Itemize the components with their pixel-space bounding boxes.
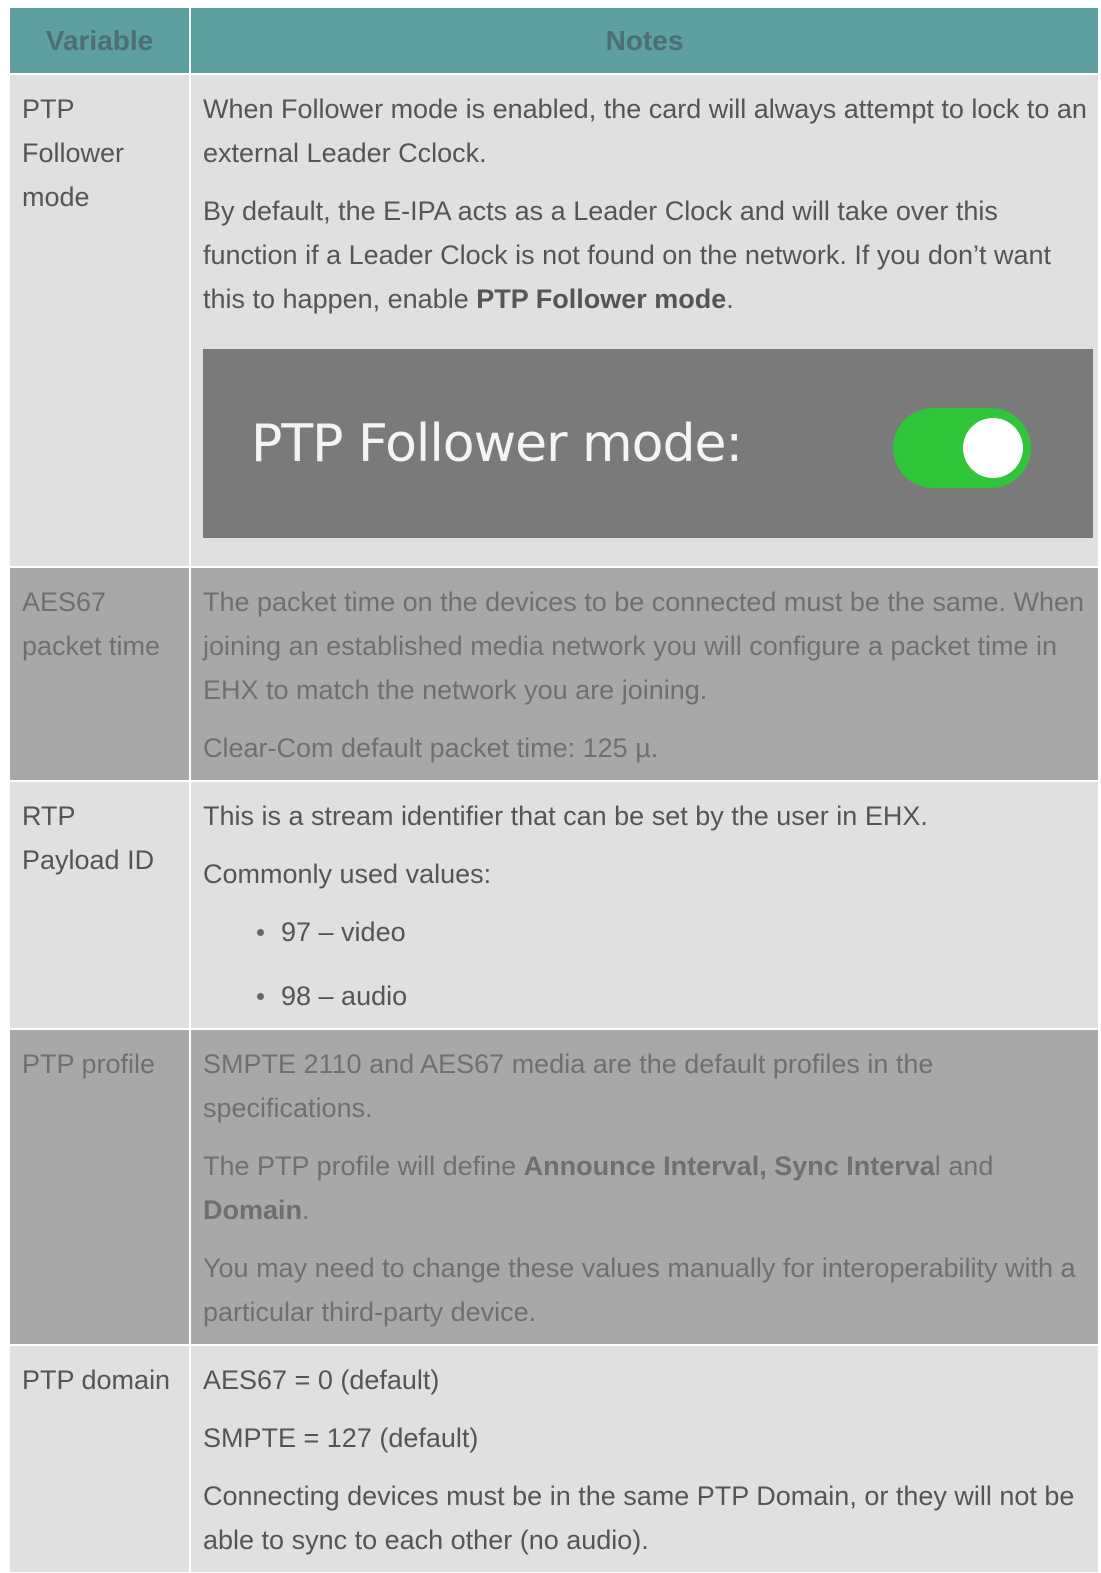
note-bold-text: Announce Interval, Sync Interva (523, 1151, 935, 1181)
note-text: l and (934, 1151, 994, 1181)
variable-name: PTP domain (10, 1344, 191, 1572)
note-text: . (726, 284, 734, 314)
values-list: 97 – video 98 – audio (203, 910, 1098, 1018)
note-bold-text: Domain (203, 1195, 303, 1225)
notes-cell: This is a stream identifier that can be … (190, 780, 1098, 1029)
note-paragraph: This is a stream identifier that can be … (203, 801, 928, 831)
notes-cell: When Follower mode is enabled, the card … (190, 73, 1098, 567)
note-paragraph: Clear-Com default packet time: 125 µ. (203, 733, 659, 763)
toggle-knob (963, 418, 1023, 478)
note-bold-text: PTP Follower mode (476, 284, 727, 314)
variables-table: Variable Notes PTP Follower mode When Fo… (10, 8, 1098, 1572)
notes-cell: SMPTE 2110 and AES67 media are the defau… (190, 1028, 1098, 1345)
note-paragraph: You may need to change these values manu… (203, 1253, 1076, 1327)
screenshot-label: PTP Follower mode: (251, 414, 743, 474)
follower-mode-screenshot: PTP Follower mode: (203, 349, 1093, 538)
table-row: PTP domain AES67 = 0 (default) SMPTE = 1… (10, 1344, 1098, 1572)
variable-name: RTP Payload ID (10, 780, 191, 1029)
follower-mode-toggle (893, 408, 1031, 488)
document-body: Variable Notes PTP Follower mode When Fo… (10, 8, 1098, 1572)
table-row: AES67 packet time The packet time on the… (10, 566, 1098, 781)
note-text: . (302, 1195, 310, 1225)
note-paragraph: The PTP profile will define Announce Int… (203, 1144, 1098, 1232)
notes-cell: The packet time on the devices to be con… (190, 566, 1098, 781)
list-item: 97 – video (257, 910, 1098, 954)
note-text: The PTP profile will define (203, 1151, 524, 1181)
variable-name: PTP Follower mode (10, 73, 191, 567)
note-paragraph: Commonly used values: (203, 859, 492, 889)
note-paragraph: SMPTE 2110 and AES67 media are the defau… (203, 1049, 934, 1123)
variable-name: AES67 packet time (10, 566, 191, 781)
note-paragraph: AES67 = 0 (default) (203, 1365, 440, 1395)
note-paragraph: By default, the E-IPA acts as a Leader C… (203, 189, 1098, 321)
notes-cell: AES67 = 0 (default) SMPTE = 127 (default… (190, 1344, 1098, 1572)
table-row: RTP Payload ID This is a stream identifi… (10, 780, 1098, 1029)
note-paragraph: Connecting devices must be in the same P… (203, 1481, 1075, 1555)
table-row: PTP profile SMPTE 2110 and AES67 media a… (10, 1028, 1098, 1345)
table-row: PTP Follower mode When Follower mode is … (10, 73, 1098, 567)
list-item: 98 – audio (257, 974, 1098, 1018)
variable-name: PTP profile (10, 1028, 191, 1345)
header-variable: Variable (10, 8, 191, 74)
header-notes: Notes (190, 8, 1098, 74)
note-paragraph: SMPTE = 127 (default) (203, 1423, 479, 1453)
note-paragraph: When Follower mode is enabled, the card … (203, 94, 1087, 168)
note-paragraph: The packet time on the devices to be con… (203, 587, 1084, 705)
table-header-row: Variable Notes (10, 8, 1098, 74)
